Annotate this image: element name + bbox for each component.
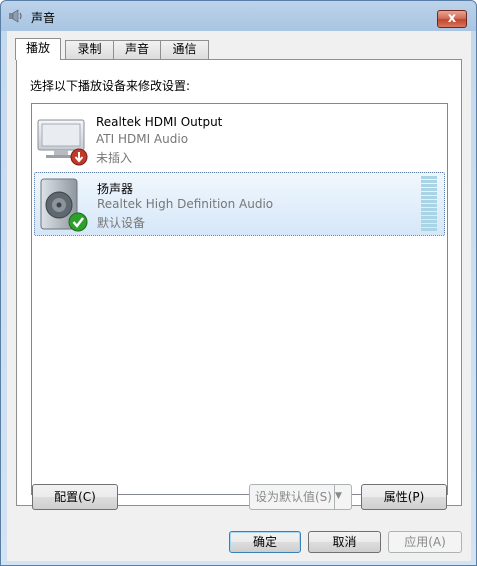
window-title: 声音 <box>31 11 56 25</box>
title-bar[interactable]: 声音 x <box>1 1 476 31</box>
apply-button[interactable]: 应用(A) <box>388 531 462 553</box>
tab-communications[interactable]: 通信 <box>160 40 209 59</box>
cancel-button[interactable]: 取消 <box>308 531 381 553</box>
ok-button[interactable]: 确定 <box>229 531 301 553</box>
playback-panel: 选择以下播放设备来修改设置: Realtek HDMI Output ATI H… <box>16 59 462 506</box>
set-default-button[interactable]: 设为默认值(S) ▼ <box>249 484 352 510</box>
speaker-small-icon <box>9 9 22 23</box>
device-item-hdmi[interactable]: Realtek HDMI Output ATI HDMI Audio 未插入 <box>34 108 445 172</box>
device-name: 扬声器 <box>97 182 134 196</box>
device-driver: ATI HDMI Audio <box>96 132 189 146</box>
instruction-text: 选择以下播放设备来修改设置: <box>30 79 191 93</box>
tab-sounds[interactable]: 声音 <box>113 40 161 59</box>
configure-button[interactable]: 配置(C) <box>32 484 118 510</box>
volume-level-meter <box>421 176 437 232</box>
close-button[interactable]: x <box>437 10 467 28</box>
sound-dialog: 声音 x 播放 录制 声音 通信 选择以下播放设备来修改设置: Realtek … <box>0 0 477 566</box>
dialog-client: 播放 录制 声音 通信 选择以下播放设备来修改设置: Realtek HDMI … <box>7 31 471 561</box>
close-icon: x <box>447 11 457 26</box>
tab-playback[interactable]: 播放 <box>15 38 61 60</box>
chevron-down-icon[interactable]: ▼ <box>334 484 352 510</box>
monitor-icon <box>37 119 88 166</box>
tab-recording[interactable]: 录制 <box>65 40 114 59</box>
speaker-icon <box>40 178 88 232</box>
device-status: 未插入 <box>96 151 133 165</box>
device-status: 默认设备 <box>97 216 146 230</box>
properties-button[interactable]: 属性(P) <box>361 484 447 510</box>
device-name: Realtek HDMI Output <box>96 115 223 129</box>
down-arrow-badge <box>70 148 88 166</box>
device-driver: Realtek High Definition Audio <box>97 197 274 211</box>
checkmark-badge <box>68 212 88 232</box>
device-item-speakers[interactable]: 扬声器 Realtek High Definition Audio 默认设备 <box>34 172 445 236</box>
set-default-label: 设为默认值(S) <box>255 490 332 504</box>
device-list[interactable]: Realtek HDMI Output ATI HDMI Audio 未插入 扬… <box>31 103 448 495</box>
